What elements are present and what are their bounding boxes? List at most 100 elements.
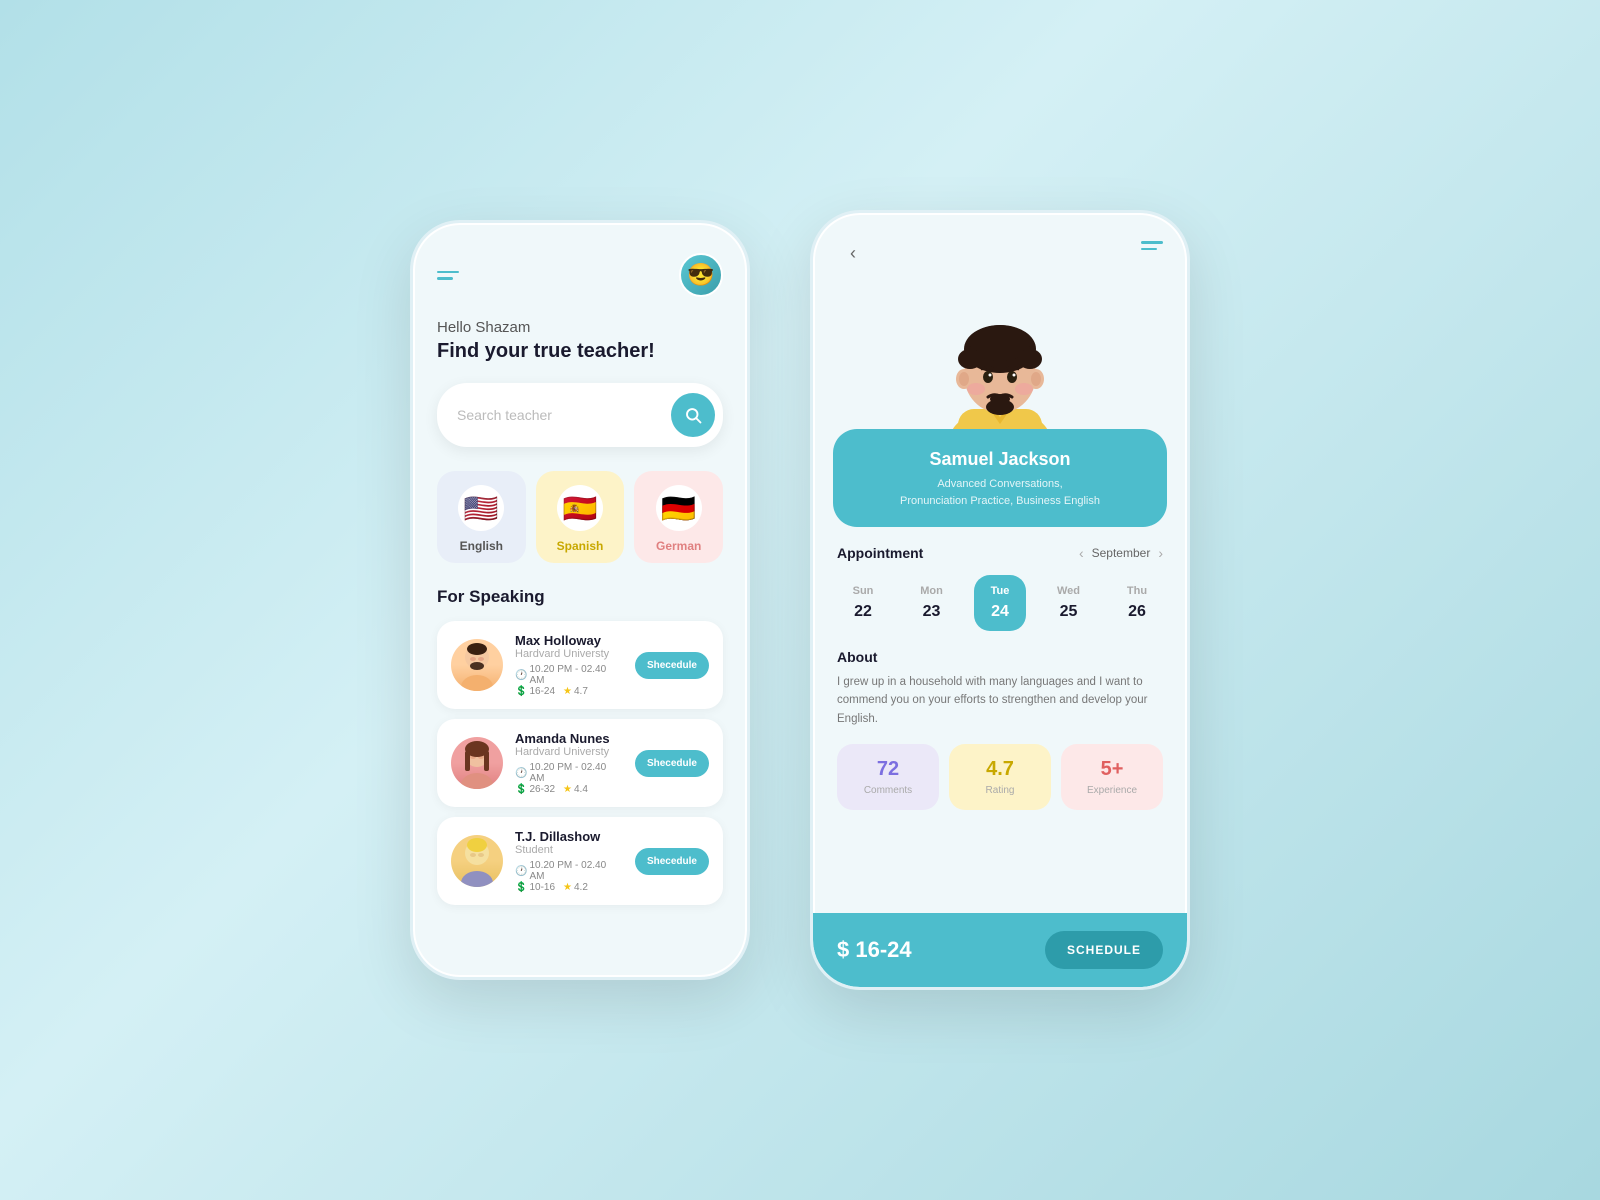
appointment-title: Appointment [837,545,923,561]
avatar-emoji: 😎 [687,262,714,288]
price-text: $ 16-24 [837,937,912,963]
clock-icon-2: 🕐 [515,768,527,779]
teacher-rating-3: ★ 4.2 [563,882,588,893]
teacher-time-3: 🕐 10.20 PM - 02.40 AM [515,860,623,882]
teacher-avatar-1 [451,639,503,691]
search-button[interactable] [671,393,715,437]
spanish-flag: 🇪🇸 [557,485,603,531]
cal-day-name-mon: Mon [920,585,943,597]
teacher-price-1: 💲 16-24 [515,686,555,697]
left-header: 😎 [437,253,723,297]
user-avatar[interactable]: 😎 [679,253,723,297]
teacher-name-2: Amanda Nunes [515,731,623,746]
cal-day-name-wed: Wed [1057,585,1080,597]
teacher-price-meta-3: 💲 10-16 ★ 4.2 [515,882,623,893]
left-phone: 😎 Hello Shazam Find your true teacher! S… [410,220,750,980]
cal-day-thu[interactable]: Thu 26 [1111,575,1163,631]
stat-comments-value: 72 [847,758,929,781]
stat-experience-label: Experience [1071,785,1153,796]
profile-card: Samuel Jackson Advanced Conversations,Pr… [833,429,1167,527]
star-icon-3: ★ [563,882,572,893]
schedule-btn-2[interactable]: Shecedule [635,750,709,777]
stat-comments-label: Comments [847,785,929,796]
teacher-uni-2: Hardvard Universty [515,746,623,758]
stat-rating: 4.7 Rating [949,744,1051,810]
clock-icon-1: 🕐 [515,670,527,681]
stat-experience: 5+ Experience [1061,744,1163,810]
right-phone: ‹ [810,210,1190,990]
cal-day-num-tue: 24 [991,603,1009,621]
cal-day-name-thu: Thu [1127,585,1147,597]
month-nav: ‹ September › [1079,545,1163,561]
cal-day-tue[interactable]: Tue 24 [974,575,1026,631]
schedule-big-button[interactable]: SCHEDULE [1045,931,1163,969]
teacher-card-1[interactable]: Max Holloway Hardvard Universty 🕐 10.20 … [437,621,723,709]
stats-row: 72 Comments 4.7 Rating 5+ Experience [837,744,1163,810]
appointment-header: Appointment ‹ September › [837,545,1163,561]
cal-day-num-wed: 25 [1060,603,1078,621]
teacher-meta-1: 🕐 10.20 PM - 02.40 AM [515,664,623,686]
teacher-name-3: T.J. Dillashow [515,829,623,844]
lang-card-english[interactable]: 🇺🇸 English [437,471,526,563]
bottom-bar: $ 16-24 SCHEDULE [813,913,1187,987]
teacher-price-2: 💲 26-32 [515,784,555,795]
teacher-time-2: 🕐 10.20 PM - 02.40 AM [515,762,623,784]
star-icon-1: ★ [563,686,572,697]
teacher-info-2: Amanda Nunes Hardvard Universty 🕐 10.20 … [515,731,623,795]
section-title: For Speaking [437,587,723,607]
lang-card-spanish[interactable]: 🇪🇸 Spanish [536,471,625,563]
calendar-row: Sun 22 Mon 23 Tue 24 Wed 25 Thu 26 [837,575,1163,631]
schedule-btn-3[interactable]: Shecedule [635,848,709,875]
german-flag: 🇩🇪 [656,485,702,531]
cal-day-name-tue: Tue [991,585,1010,597]
right-content: Appointment ‹ September › Sun 22 Mon 23 [813,527,1187,913]
profile-name: Samuel Jackson [853,449,1147,470]
english-label: English [460,539,503,553]
english-flag: 🇺🇸 [458,485,504,531]
stat-rating-label: Rating [959,785,1041,796]
teacher-price-meta-1: 💲 16-24 ★ 4.7 [515,686,623,697]
teacher-name-1: Max Holloway [515,633,623,648]
cal-day-wed[interactable]: Wed 25 [1043,575,1095,631]
stat-rating-value: 4.7 [959,758,1041,781]
teacher-uni-1: Hardvard Universty [515,648,623,660]
teacher-price-meta-2: 💲 26-32 ★ 4.4 [515,784,623,795]
teacher-time-1: 🕐 10.20 PM - 02.40 AM [515,664,623,686]
teacher-avatar-3 [451,835,503,887]
prev-month-btn[interactable]: ‹ [1079,545,1084,561]
about-title: About [837,649,1163,665]
search-bar[interactable]: Search teacher [437,383,723,447]
cal-day-num-sun: 22 [854,603,872,621]
teacher-meta-2: 🕐 10.20 PM - 02.40 AM [515,762,623,784]
greeting-text: Hello Shazam [437,319,723,336]
teacher-info-3: T.J. Dillashow Student 🕐 10.20 PM - 02.4… [515,829,623,893]
cal-day-num-mon: 23 [923,603,941,621]
teacher-card-2[interactable]: Amanda Nunes Hardvard Universty 🕐 10.20 … [437,719,723,807]
menu-icon[interactable] [437,271,459,280]
menu-icon-right[interactable] [1141,241,1163,250]
teacher-rating-2: ★ 4.4 [563,784,588,795]
teacher-list: Max Holloway Hardvard Universty 🕐 10.20 … [437,621,723,905]
cal-day-mon[interactable]: Mon 23 [906,575,958,631]
star-icon-2: ★ [563,784,572,795]
german-label: German [656,539,701,553]
clock-icon-3: 🕐 [515,866,527,877]
stat-comments: 72 Comments [837,744,939,810]
teacher-price-3: 💲 10-16 [515,882,555,893]
teacher-avatar-2 [451,737,503,789]
lang-card-german[interactable]: 🇩🇪 German [634,471,723,563]
teacher-meta-3: 🕐 10.20 PM - 02.40 AM [515,860,623,882]
teacher-card-3[interactable]: T.J. Dillashow Student 🕐 10.20 PM - 02.4… [437,817,723,905]
cal-day-name-sun: Sun [853,585,874,597]
schedule-btn-1[interactable]: Shecedule [635,652,709,679]
teacher-info-1: Max Holloway Hardvard Universty 🕐 10.20 … [515,633,623,697]
search-input[interactable]: Search teacher [457,407,671,423]
cal-day-sun[interactable]: Sun 22 [837,575,889,631]
month-label: September [1092,546,1151,560]
spanish-label: Spanish [557,539,604,553]
teacher-rating-1: ★ 4.7 [563,686,588,697]
next-month-btn[interactable]: › [1158,545,1163,561]
teacher-uni-3: Student [515,844,623,856]
about-text: I grew up in a household with many langu… [837,673,1163,728]
tagline-text: Find your true teacher! [437,340,723,363]
